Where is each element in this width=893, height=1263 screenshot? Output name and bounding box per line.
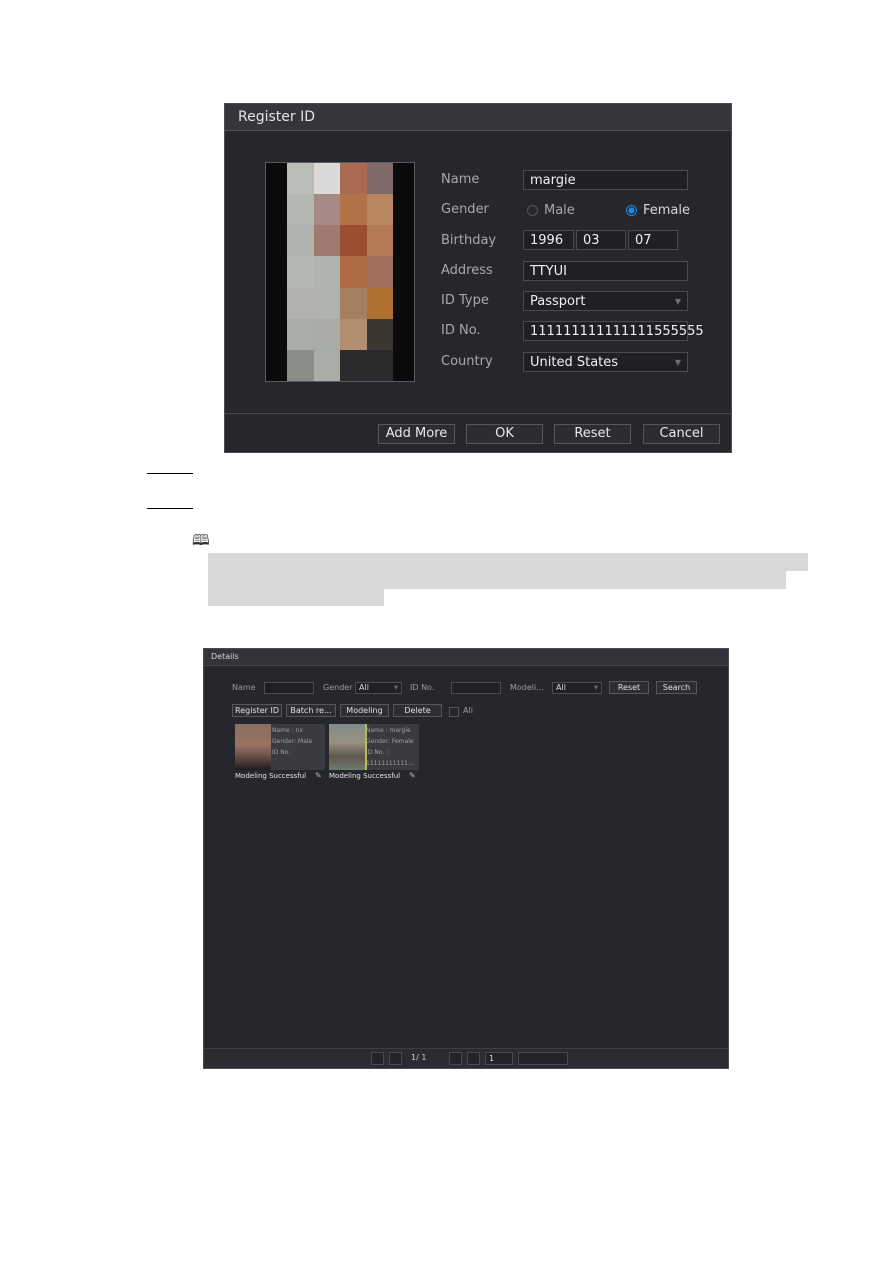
delete-button[interactable]: Delete [393, 704, 442, 717]
photo-pixel [366, 163, 393, 195]
name-label: Name [441, 172, 480, 187]
photo-pixel [366, 225, 393, 257]
photo-pixel [287, 349, 314, 381]
gender-male-radio[interactable]: Male [527, 203, 575, 218]
footer-divider [225, 413, 731, 414]
batch-register-button[interactable]: Batch re... [286, 704, 336, 717]
dropdown-arrow-icon: ▼ [394, 685, 398, 691]
gender-filter-select[interactable]: All ▼ [355, 682, 402, 694]
name-filter-label: Name [232, 683, 256, 692]
photo-pixel [287, 287, 314, 319]
photo-pixel [340, 194, 367, 226]
photo-pixel [340, 318, 367, 350]
name-filter-input[interactable] [264, 682, 314, 694]
face-photo [265, 162, 415, 382]
edit-pencil-icon[interactable]: ✎ [409, 771, 416, 780]
radio-selected-icon [626, 205, 637, 216]
modeling-filter-label: Modeli... [510, 683, 544, 692]
select-all-label: All [463, 706, 473, 715]
dialog-title: Details [204, 649, 728, 666]
id-type-label: ID Type [441, 293, 489, 308]
goto-button[interactable] [518, 1052, 568, 1065]
birthday-day-input[interactable]: 07 [628, 230, 678, 250]
ok-button[interactable]: OK [466, 424, 543, 444]
birthday-label: Birthday [441, 233, 497, 248]
country-label: Country [441, 354, 493, 369]
photo-pixel [366, 256, 393, 288]
note-highlight [208, 553, 808, 571]
book-note-icon: 🕮 [192, 531, 210, 549]
first-page-button[interactable] [371, 1052, 384, 1065]
face-card[interactable]: Name : nx Gender: Male ID No. [235, 724, 325, 770]
id-no-filter-input[interactable] [451, 682, 501, 694]
reset-filter-button[interactable]: Reset [609, 681, 649, 694]
register-id-button[interactable]: Register ID [232, 704, 282, 717]
goto-page-input[interactable]: 1 [485, 1052, 513, 1065]
id-type-select[interactable]: Passport ▼ [523, 291, 688, 311]
last-page-button[interactable] [467, 1052, 480, 1065]
edit-pencil-icon[interactable]: ✎ [315, 771, 322, 780]
name-input[interactable]: margie [523, 170, 688, 190]
face-thumbnail [329, 724, 367, 770]
id-no-filter-label: ID No. [410, 683, 435, 692]
photo-pixel [287, 194, 314, 226]
photo-pixel [313, 287, 340, 319]
country-select[interactable]: United States ▼ [523, 352, 688, 372]
dropdown-arrow-icon: ▼ [674, 358, 681, 367]
photo-pixel [287, 163, 314, 195]
photo-pixel [340, 287, 367, 319]
modeling-status: Modeling Successful [329, 772, 401, 780]
cancel-button[interactable]: Cancel [643, 424, 720, 444]
select-all-checkbox[interactable] [449, 707, 459, 717]
dropdown-arrow-icon: ▼ [594, 685, 598, 691]
face-card[interactable]: Name : margie Gender: Female ID No. : 11… [329, 724, 419, 770]
photo-pixel [287, 225, 314, 257]
photo-pixel [313, 194, 340, 226]
photo-pixel [340, 349, 367, 381]
id-no-label: ID No. [441, 323, 481, 338]
address-label: Address [441, 263, 493, 278]
address-input[interactable]: TTYUI [523, 261, 688, 281]
photo-pixel [340, 256, 367, 288]
photo-pixel [287, 318, 314, 350]
modeling-status: Modeling Successful [235, 772, 307, 780]
birthday-year-input[interactable]: 1996 [523, 230, 574, 250]
gender-filter-label: Gender [323, 683, 353, 692]
step-marker [147, 473, 193, 474]
details-dialog: Details Name Gender All ▼ ID No. Modeli..… [203, 648, 729, 1069]
photo-pixel [366, 349, 393, 381]
birthday-month-input[interactable]: 03 [576, 230, 626, 250]
next-page-button[interactable] [449, 1052, 462, 1065]
radio-icon [527, 205, 538, 216]
photo-pixel [313, 349, 340, 381]
photo-pixel [313, 318, 340, 350]
gender-label: Gender [441, 202, 489, 217]
search-button[interactable]: Search [656, 681, 697, 694]
page-indicator: 1/ 1 [411, 1053, 427, 1062]
face-thumbnail [235, 724, 271, 770]
reset-button[interactable]: Reset [554, 424, 631, 444]
add-more-button[interactable]: Add More [378, 424, 455, 444]
dialog-title: Register ID [225, 104, 731, 131]
photo-pixel [287, 256, 314, 288]
modeling-button[interactable]: Modeling [340, 704, 389, 717]
register-id-dialog: Register ID Name margie Gender Male Fema… [224, 103, 732, 453]
step-marker [147, 508, 193, 509]
photo-pixel [340, 225, 367, 257]
photo-pixel [313, 163, 340, 195]
id-no-input[interactable]: 111111111111111555555 [523, 321, 704, 341]
prev-page-button[interactable] [389, 1052, 402, 1065]
gender-female-radio[interactable]: Female [626, 203, 690, 218]
note-highlight [208, 571, 786, 589]
photo-pixel [313, 256, 340, 288]
photo-pixel [366, 287, 393, 319]
note-highlight [208, 589, 384, 606]
photo-pixel [313, 225, 340, 257]
photo-pixel [340, 163, 367, 195]
modeling-filter-select[interactable]: All ▼ [552, 682, 602, 694]
dropdown-arrow-icon: ▼ [674, 297, 681, 306]
photo-pixel [366, 318, 393, 350]
photo-pixel [366, 194, 393, 226]
pagination-bar: 1/ 1 1 [204, 1048, 728, 1068]
